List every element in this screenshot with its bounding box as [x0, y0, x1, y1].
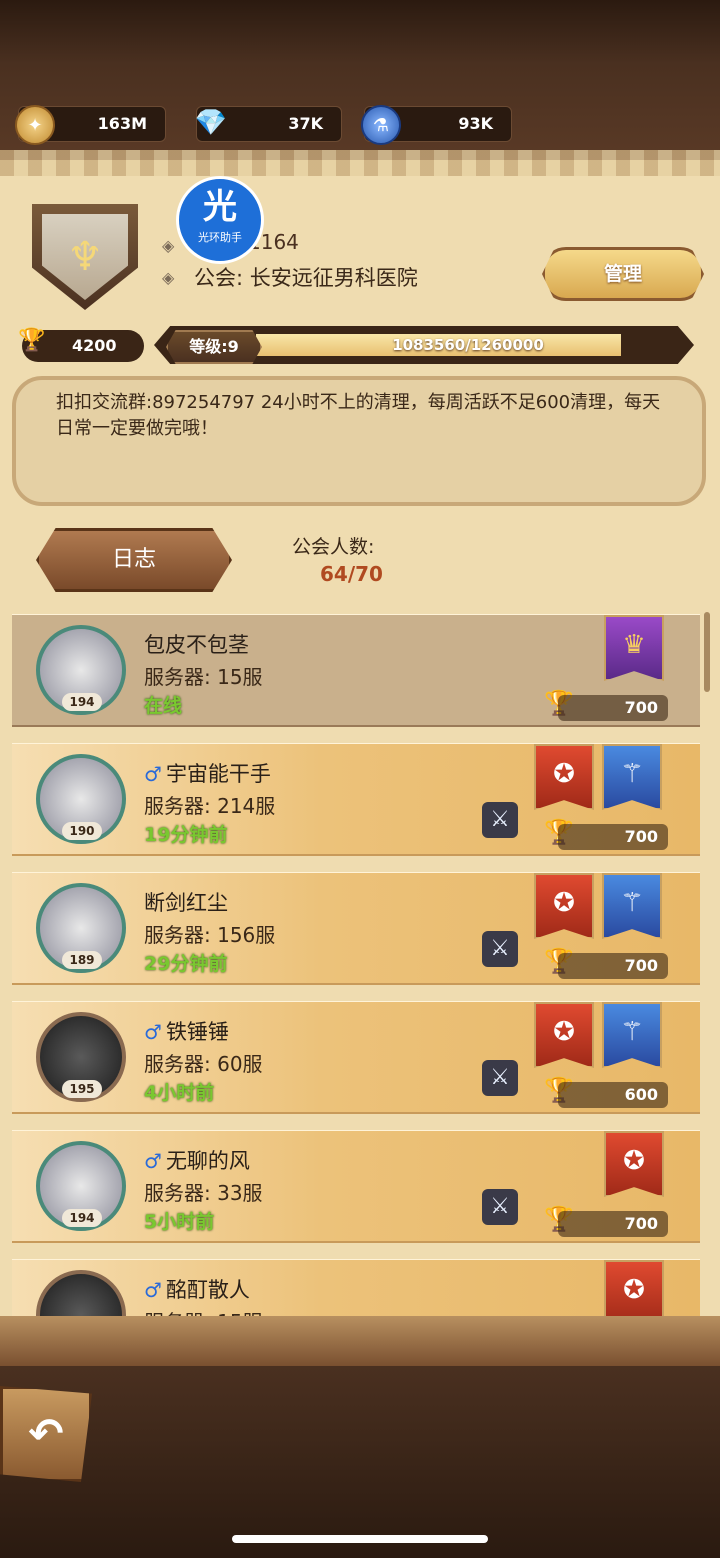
member-points: 700	[558, 953, 668, 979]
member-name: 包皮不包茎	[144, 633, 249, 657]
bullet-icon: ◈	[162, 268, 175, 287]
home-indicator[interactable]	[232, 1535, 488, 1543]
member-server: 服务器: 214服	[144, 794, 276, 818]
member-server: 服务器: 33服	[144, 1181, 263, 1205]
member-row[interactable]: 190♂宇宙能干手服务器: 214服19分钟前✪⚚⚔🏆700	[12, 743, 700, 856]
member-name-wrap: 断剑红尘	[144, 887, 228, 917]
member-count: 64/70	[320, 562, 383, 586]
level-exp: 1083560/1260000	[392, 336, 544, 354]
member-name-wrap: 包皮不包茎	[144, 629, 249, 659]
member-name: 无聊的风	[165, 1149, 250, 1173]
log-button[interactable]: 日志	[36, 528, 232, 592]
member-points: 600	[558, 1082, 668, 1108]
member-server: 服务器: 60服	[144, 1052, 263, 1076]
male-icon: ♂	[144, 1020, 162, 1044]
member-name: 酩酊散人	[165, 1278, 250, 1302]
member-row[interactable]: 194♂无聊的风服务器: 33服5小时前✪⚔🏆700	[12, 1130, 700, 1243]
male-icon: ♂	[144, 762, 162, 786]
member-points: 700	[558, 1211, 668, 1237]
member-row[interactable]: 195♂铁锤锤服务器: 60服4小时前✪⚚⚔🏆600	[12, 1001, 700, 1114]
member-server: 服务器: 15服	[144, 1306, 263, 1316]
bottom-bar	[0, 1366, 720, 1558]
member-server: 服务器: 15服	[144, 665, 263, 689]
member-points: 700	[558, 695, 668, 721]
member-name-wrap: ♂ 酩酊散人	[144, 1274, 250, 1304]
guild-name: 公会: 长安远征男科医院	[194, 266, 418, 290]
member-name-wrap: ♂ 宇宙能干手	[144, 758, 271, 788]
member-name: 宇宙能干手	[165, 762, 271, 786]
potion-icon: ⚗	[361, 105, 401, 145]
red-banner-icon: ✪	[534, 744, 594, 810]
member-status: 5小时前	[144, 1211, 215, 1233]
scrollbar[interactable]	[704, 612, 710, 692]
guild-notice-text: 扣扣交流群:897254797 24小时不上的清理，每周活跃不足600清理，每天…	[56, 392, 661, 439]
diamond-icon: 💎	[194, 108, 228, 138]
bullet-icon: ◈	[162, 236, 175, 255]
member-avatar[interactable]	[36, 1270, 126, 1316]
crossed-swords-icon: ⚔	[482, 1060, 518, 1096]
member-status: 19分钟前	[144, 824, 228, 846]
member-level: 189	[62, 951, 102, 969]
red-banner-icon: ✪	[604, 1131, 664, 1197]
member-count-label: 公会人数:	[292, 536, 375, 558]
red-banner-icon: ✪	[534, 873, 594, 939]
gold-value: 163M	[97, 114, 147, 133]
member-name: 断剑红尘	[144, 891, 228, 915]
male-icon: ♂	[144, 1149, 162, 1173]
trophy-icon: 🏆	[18, 328, 46, 353]
back-arrow-icon: ↶	[28, 1409, 64, 1458]
member-server: 服务器: 156服	[144, 923, 276, 947]
member-name: 铁锤锤	[165, 1020, 229, 1044]
member-level: 194	[62, 693, 102, 711]
crossed-swords-icon: ⚔	[482, 802, 518, 838]
gold-counter[interactable]: ✦ 163M	[15, 105, 166, 145]
purple-banner-icon: ♛	[604, 615, 664, 681]
crossed-swords-icon: ⚔	[482, 931, 518, 967]
back-button[interactable]: ↶	[0, 1386, 92, 1482]
blue-banner-icon: ⚚	[602, 873, 662, 939]
potion-value: 93K	[458, 114, 493, 133]
red-banner-icon: ✪	[604, 1260, 664, 1316]
diamond-counter[interactable]: 💎 37K	[194, 106, 342, 142]
gold-coin-icon: ✦	[15, 105, 55, 145]
blue-banner-icon: ⚚	[602, 744, 662, 810]
member-status: 4小时前	[144, 1082, 215, 1104]
diamond-value: 37K	[288, 114, 323, 133]
member-row[interactable]: ♂酩酊散人服务器: 15服 ✪	[12, 1259, 700, 1316]
trophy-count: 4200	[72, 336, 117, 355]
watermark-logo: 光 光环助手	[176, 176, 264, 264]
panel-bottom-border	[0, 1316, 720, 1366]
blue-banner-icon: ⚚	[602, 1002, 662, 1068]
member-level: 195	[62, 1080, 102, 1098]
panel-border	[0, 150, 720, 176]
member-name-wrap: ♂ 铁锤锤	[144, 1016, 229, 1046]
manage-button[interactable]: 管理	[542, 247, 704, 301]
level-label: 等级:9	[166, 330, 262, 364]
member-row[interactable]: 194包皮不包茎服务器: 15服在线♛🏆700	[12, 614, 700, 727]
member-list[interactable]: 194包皮不包茎服务器: 15服在线♛🏆700190♂宇宙能干手服务器: 214…	[0, 610, 720, 1316]
member-level: 190	[62, 822, 102, 840]
potion-counter[interactable]: ⚗ 93K	[361, 105, 512, 145]
member-level: 194	[62, 1209, 102, 1227]
crossed-swords-icon: ⚔	[482, 1189, 518, 1225]
member-status: 29分钟前	[144, 953, 228, 975]
member-name-wrap: ♂ 无聊的风	[144, 1145, 250, 1175]
member-status: 在线	[144, 695, 183, 717]
member-row[interactable]: 189断剑红尘服务器: 156服29分钟前✪⚚⚔🏆700	[12, 872, 700, 985]
red-banner-icon: ✪	[534, 1002, 594, 1068]
male-icon: ♂	[144, 1278, 162, 1302]
member-points: 700	[558, 824, 668, 850]
